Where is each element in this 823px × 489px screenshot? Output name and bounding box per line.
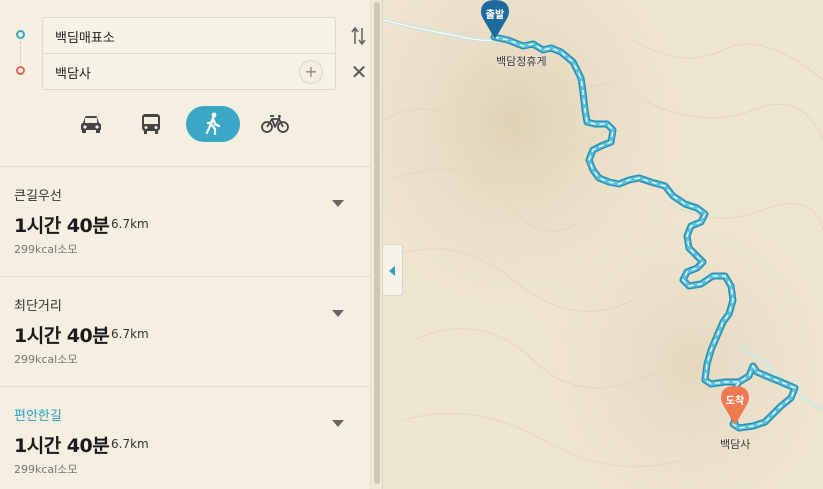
route-connector	[20, 42, 21, 64]
add-waypoint-button[interactable]: +	[299, 60, 323, 84]
bicycle-icon	[261, 115, 289, 133]
route-duration: 1시간 40분	[14, 325, 110, 347]
origin-input[interactable]	[55, 25, 295, 47]
destination-marker-icon	[16, 66, 25, 75]
route-calories: 299kcal소모	[14, 353, 78, 366]
map-view[interactable]: 출발 백담정휴게 도착 백담사	[383, 0, 823, 489]
mode-walk-button[interactable]	[186, 106, 240, 142]
mode-bike-button[interactable]	[248, 106, 302, 142]
route-duration: 1시간 40분	[14, 435, 110, 457]
end-pin-text: 도착	[725, 396, 745, 407]
walking-person-icon	[205, 112, 221, 136]
swap-icon[interactable]	[350, 25, 368, 47]
panel-scrollbar[interactable]	[370, 0, 383, 489]
end-pin-icon[interactable]: 도착	[721, 386, 749, 426]
chevron-down-icon[interactable]	[332, 420, 344, 427]
route-name: 최단거리	[14, 299, 62, 314]
car-icon	[81, 116, 101, 133]
origin-row	[43, 18, 335, 54]
route-option[interactable]: 최단거리 1시간 40분 6.7km 299kcal소모	[0, 277, 370, 386]
chevron-down-icon[interactable]	[332, 310, 344, 317]
start-pin-icon[interactable]: 출발	[481, 0, 509, 40]
start-pin-text: 출발	[485, 10, 505, 21]
route-name: 큰길우선	[14, 189, 62, 204]
route-calories: 299kcal소모	[14, 463, 78, 476]
destination-row: +	[43, 54, 335, 90]
route-option[interactable]: 큰길우선 1시간 40분 6.7km 299kcal소모	[0, 167, 370, 276]
bus-icon	[142, 114, 160, 134]
mode-car-button[interactable]	[64, 106, 118, 142]
terrain-map	[383, 0, 823, 489]
route-distance: 6.7km	[111, 327, 149, 341]
scrollbar-thumb[interactable]	[374, 2, 380, 484]
end-location-label: 백담사	[720, 438, 751, 451]
directions-panel: + ✕	[0, 0, 370, 489]
route-calories: 299kcal소모	[14, 243, 78, 256]
origin-marker-icon	[16, 30, 25, 39]
route-option-selected[interactable]: 편안한길 1시간 40분 6.7km 299kcal소모	[0, 387, 370, 489]
route-search-box: +	[42, 17, 336, 90]
destination-input[interactable]	[55, 61, 295, 83]
route-duration: 1시간 40분	[14, 215, 110, 237]
start-location-label: 백담정휴게	[496, 55, 547, 68]
close-icon[interactable]: ✕	[350, 62, 368, 82]
route-name: 편안한길	[14, 409, 62, 424]
panel-collapse-button[interactable]	[383, 244, 403, 296]
chevron-down-icon[interactable]	[332, 200, 344, 207]
route-distance: 6.7km	[111, 437, 149, 451]
transport-mode-selector	[64, 106, 314, 142]
chevron-left-icon	[389, 266, 395, 276]
route-distance: 6.7km	[111, 217, 149, 231]
mode-transit-button[interactable]	[124, 106, 178, 142]
